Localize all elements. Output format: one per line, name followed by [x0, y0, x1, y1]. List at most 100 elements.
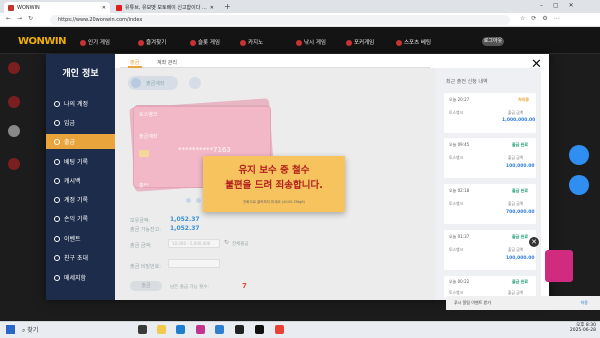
side-icon[interactable] — [8, 158, 20, 170]
notice-sub: 전화으로 클릭하지 마세요 (4045-78tg8) — [243, 200, 305, 204]
history-time: 오늘 02:18 — [449, 188, 470, 193]
site-logo[interactable]: WONWIN — [18, 36, 67, 47]
browser-tab-youtube[interactable]: 유튜브, 유보벳 모토배이 신고합이다 ... ✕ — [112, 2, 218, 13]
taskbar — [0, 321, 600, 338]
sidebar-item-account-history[interactable]: 계정 기록 — [46, 192, 115, 207]
task-view-icon[interactable] — [138, 325, 147, 334]
card-label: 출금계좌 — [139, 134, 158, 140]
sidebar-item-invite[interactable]: 친구 초대 — [46, 250, 115, 265]
history-amount: 1,000,000.00 — [502, 118, 536, 123]
history-status: 처리중 — [518, 97, 530, 102]
deposit-icon — [54, 119, 60, 126]
side-icon[interactable] — [8, 62, 20, 74]
history-time: 오늘 01:37 — [449, 234, 470, 239]
side-close-icon[interactable] — [8, 125, 20, 137]
tiktok-icon[interactable] — [255, 325, 264, 334]
history-status: 출금 완료 — [512, 234, 529, 239]
close-promo-icon[interactable]: ✕ — [529, 237, 539, 247]
sidebar-item-profit-history[interactable]: 손익 기록 — [46, 211, 115, 226]
slot-icon — [190, 39, 196, 46]
tab-account-manage[interactable]: 계좌 관리 — [157, 59, 177, 66]
history-amount-label: 출금 금액 — [508, 247, 524, 252]
history-bank: 토스뱅크 — [449, 201, 463, 206]
sidebar-item-events[interactable]: 이벤트 — [46, 231, 115, 246]
casino-icon — [240, 39, 246, 46]
clock[interactable]: 오후 8:30 2025-06-28 — [562, 322, 596, 333]
sidebar-item-cashback[interactable]: 캐시백 — [46, 173, 115, 188]
history-amount-label: 출금 금액 — [508, 155, 524, 160]
nav-popular[interactable]: 인기 게임 — [80, 38, 110, 46]
card-bank-name: 토스뱅크 — [139, 112, 158, 118]
notice-line-2: 불편을 드려 죄송합니다. — [225, 180, 323, 191]
nav-poker[interactable]: 포커게임 — [346, 38, 374, 46]
remaining-count-label: 남은 출금 가능 횟수: — [170, 285, 209, 290]
carousel-dot[interactable] — [186, 198, 191, 203]
sidebar-item-messages[interactable]: 메세지함 — [46, 270, 115, 285]
browser-tab-wonwin[interactable]: WONWIN ✕ — [4, 2, 110, 13]
remaining-count-value: 7 — [242, 282, 247, 290]
nav-arrows-icon[interactable]: ←→↻ — [6, 15, 39, 22]
nav-casino[interactable]: 카지노 — [240, 38, 263, 46]
nav-slots[interactable]: 슬롯 게임 — [190, 38, 220, 46]
youtube-favicon-icon — [116, 4, 122, 11]
friend-icon — [54, 254, 60, 261]
heart-icon — [138, 39, 144, 46]
download-icon[interactable] — [569, 175, 589, 195]
carousel-dot[interactable] — [196, 198, 201, 203]
file-explorer-icon[interactable] — [157, 325, 166, 334]
amount-input[interactable]: 10,000 - 5,000,000 — [168, 239, 220, 248]
window-controls[interactable]: –▢✕ — [540, 2, 584, 9]
close-tab-icon[interactable]: ✕ — [102, 5, 106, 11]
sidebar-item-bet-history[interactable]: 베팅 기록 — [46, 154, 115, 169]
fire-icon — [80, 39, 86, 46]
history-amount: 100,000.00 — [506, 164, 535, 169]
withdraw-all-button[interactable]: 전체출금 — [232, 241, 249, 247]
nav-favorites[interactable]: 즐겨찾기 — [138, 38, 166, 46]
password-input[interactable] — [168, 259, 220, 268]
available-label: 보유금액: — [130, 218, 151, 224]
favicon-icon — [8, 4, 14, 11]
promo-gift-icon[interactable] — [545, 250, 573, 282]
cashback-icon — [54, 177, 60, 184]
history-status: 출금 완료 — [512, 279, 529, 284]
edge-icon[interactable] — [176, 325, 185, 334]
available-value: 1,052.37 — [170, 216, 200, 223]
history-bank: 토스뱅크 — [449, 155, 463, 160]
nav-sports[interactable]: 스포츠 베팅 — [396, 38, 431, 46]
history-bank: 토스뱅크 — [449, 110, 463, 115]
browser-toolbar-icons[interactable]: ☆⟳⚙⋯ — [520, 15, 566, 22]
withdraw-icon — [54, 138, 60, 145]
taskbar-search[interactable]: ⌕ 찾기 — [22, 325, 38, 335]
new-tab-icon[interactable]: + — [224, 2, 231, 11]
history-time: 오늘 00:22 — [449, 279, 470, 284]
history-amount-label: 출금 금액 — [508, 201, 524, 206]
chrome-icon[interactable] — [275, 325, 284, 334]
instagram-icon[interactable] — [196, 325, 205, 334]
nav-fishing[interactable]: 낚시 게임 — [296, 38, 326, 46]
edit-icon[interactable] — [189, 77, 201, 89]
sidebar-item-my-account[interactable]: 나의 계정 — [46, 96, 115, 111]
url-input[interactable]: https://www.20wonwin.com/index — [50, 15, 510, 25]
side-icon[interactable] — [8, 96, 20, 108]
mail-icon[interactable] — [215, 325, 224, 334]
store-icon[interactable] — [235, 325, 244, 334]
refresh-icon[interactable]: ↻ — [224, 239, 229, 246]
support-headset-icon[interactable] — [569, 145, 589, 165]
close-tab-icon[interactable]: ✕ — [210, 5, 214, 11]
event-icon — [54, 235, 60, 242]
sidebar-item-withdraw[interactable]: 출금 — [46, 134, 115, 149]
history-title: 최근 출전 신청 내역 — [446, 79, 488, 85]
windows-start-icon[interactable] — [6, 325, 15, 334]
logout-button[interactable]: 로그아웃 — [482, 37, 504, 46]
sidebar-item-deposit[interactable]: 입금 — [46, 115, 115, 130]
password-label: 출금 비밀번호: — [130, 264, 161, 270]
allow-button[interactable]: 허용 — [581, 300, 588, 306]
history-time: 오늘 09:45 — [449, 142, 470, 147]
tab-withdraw[interactable]: 출금 — [130, 59, 139, 66]
sports-icon — [396, 39, 402, 46]
history-bank: 토스뱅크 — [449, 247, 463, 252]
poker-icon — [346, 39, 352, 46]
submit-withdraw-button[interactable]: 출금 — [130, 281, 162, 291]
sidebar-title: 개인 정보 — [62, 69, 99, 79]
account-icon — [54, 196, 60, 203]
